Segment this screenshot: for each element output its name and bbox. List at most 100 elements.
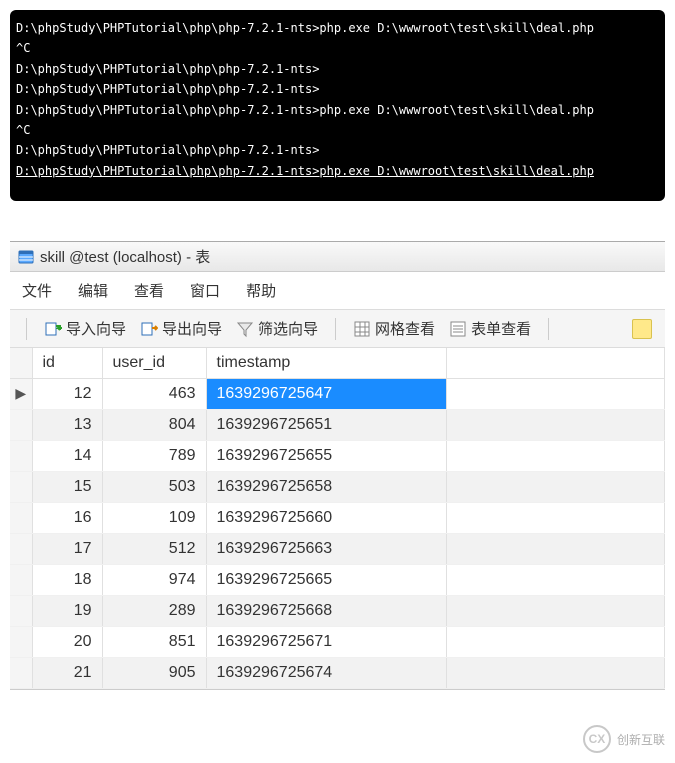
cell-spacer (446, 627, 665, 658)
menu-window[interactable]: 窗口 (190, 280, 220, 301)
titlebar: skill @test (localhost) - 表 (10, 242, 665, 272)
cell-timestamp[interactable]: 1639296725674 (206, 658, 446, 689)
export-wizard-label: 导出向导 (162, 318, 222, 339)
menu-help[interactable]: 帮助 (246, 280, 276, 301)
cell-spacer (446, 441, 665, 472)
table-row[interactable]: 155031639296725658 (10, 472, 665, 503)
cell-timestamp[interactable]: 1639296725668 (206, 596, 446, 627)
cell-id[interactable]: 19 (32, 596, 102, 627)
cell-id[interactable]: 16 (32, 503, 102, 534)
terminal-window[interactable]: D:\phpStudy\PHPTutorial\php\php-7.2.1-nt… (10, 10, 665, 201)
table-row[interactable]: 208511639296725671 (10, 627, 665, 658)
data-grid[interactable]: id user_id timestamp ▶ 124631639296725647… (10, 348, 665, 689)
separator (26, 318, 27, 340)
cell-spacer (446, 534, 665, 565)
cell-timestamp[interactable]: 1639296725647 (206, 379, 446, 410)
row-handle[interactable] (10, 565, 32, 596)
cell-id[interactable]: 17 (32, 534, 102, 565)
cell-spacer (446, 410, 665, 441)
column-header-user-id[interactable]: user_id (102, 348, 206, 379)
table-row[interactable]: 192891639296725668 (10, 596, 665, 627)
note-icon (632, 319, 652, 339)
grid-view-label: 网格查看 (375, 318, 435, 339)
terminal-line: D:\phpStudy\PHPTutorial\php\php-7.2.1-nt… (16, 18, 659, 38)
watermark-text: 创新互联 (617, 731, 665, 748)
row-handle[interactable] (10, 503, 32, 534)
cell-timestamp[interactable]: 1639296725660 (206, 503, 446, 534)
cell-timestamp[interactable]: 1639296725663 (206, 534, 446, 565)
separator (548, 318, 549, 340)
table-row[interactable]: 161091639296725660 (10, 503, 665, 534)
table-row[interactable]: 219051639296725674 (10, 658, 665, 689)
terminal-line: D:\phpStudy\PHPTutorial\php\php-7.2.1-nt… (16, 140, 659, 160)
table-row[interactable]: 189741639296725665 (10, 565, 665, 596)
row-handle[interactable]: ▶ (10, 379, 32, 410)
cell-user-id[interactable]: 974 (102, 565, 206, 596)
cell-timestamp[interactable]: 1639296725658 (206, 472, 446, 503)
cell-id[interactable]: 18 (32, 565, 102, 596)
menu-edit[interactable]: 编辑 (78, 280, 108, 301)
terminal-line: ^C (16, 38, 659, 58)
row-handle[interactable] (10, 627, 32, 658)
export-wizard-button[interactable]: 导出向导 (135, 316, 227, 341)
form-icon (449, 320, 467, 338)
row-handle[interactable] (10, 472, 32, 503)
cell-spacer (446, 596, 665, 627)
table-row[interactable]: 175121639296725663 (10, 534, 665, 565)
table-row[interactable]: ▶ 124631639296725647 (10, 379, 665, 410)
terminal-line: D:\phpStudy\PHPTutorial\php\php-7.2.1-nt… (16, 161, 659, 181)
cell-id[interactable]: 12 (32, 379, 102, 410)
grid-view-button[interactable]: 网格查看 (348, 316, 440, 341)
window-title: skill @test (localhost) - 表 (40, 246, 210, 267)
terminal-line: ^C (16, 120, 659, 140)
row-handle[interactable] (10, 441, 32, 472)
cell-user-id[interactable]: 503 (102, 472, 206, 503)
export-icon (140, 320, 158, 338)
cell-user-id[interactable]: 851 (102, 627, 206, 658)
cell-spacer (446, 379, 665, 410)
cell-user-id[interactable]: 463 (102, 379, 206, 410)
cell-user-id[interactable]: 905 (102, 658, 206, 689)
cell-user-id[interactable]: 512 (102, 534, 206, 565)
toolbar: 导入向导 导出向导 筛选向导 网格查看 表单查看 (10, 310, 665, 348)
cell-id[interactable]: 21 (32, 658, 102, 689)
menu-view[interactable]: 查看 (134, 280, 164, 301)
note-button[interactable] (627, 317, 657, 341)
row-handle[interactable] (10, 534, 32, 565)
column-header-timestamp[interactable]: timestamp (206, 348, 446, 379)
cell-spacer (446, 503, 665, 534)
row-handle[interactable] (10, 596, 32, 627)
row-handle[interactable] (10, 410, 32, 441)
cell-id[interactable]: 20 (32, 627, 102, 658)
import-wizard-label: 导入向导 (66, 318, 126, 339)
cell-timestamp[interactable]: 1639296725671 (206, 627, 446, 658)
menu-file[interactable]: 文件 (22, 280, 52, 301)
terminal-line: D:\phpStudy\PHPTutorial\php\php-7.2.1-nt… (16, 79, 659, 99)
form-view-label: 表单查看 (471, 318, 531, 339)
import-wizard-button[interactable]: 导入向导 (39, 316, 131, 341)
cell-id[interactable]: 14 (32, 441, 102, 472)
cell-spacer (446, 565, 665, 596)
column-header-spacer (446, 348, 665, 379)
filter-wizard-button[interactable]: 筛选向导 (231, 316, 323, 341)
row-handle[interactable] (10, 658, 32, 689)
cell-spacer (446, 472, 665, 503)
cell-user-id[interactable]: 804 (102, 410, 206, 441)
cell-id[interactable]: 15 (32, 472, 102, 503)
cell-timestamp[interactable]: 1639296725665 (206, 565, 446, 596)
cell-timestamp[interactable]: 1639296725655 (206, 441, 446, 472)
cell-user-id[interactable]: 789 (102, 441, 206, 472)
watermark: CX 创新互联 (583, 725, 665, 753)
table-icon (18, 249, 34, 265)
filter-wizard-label: 筛选向导 (258, 318, 318, 339)
current-row-marker-icon: ▶ (15, 385, 26, 401)
form-view-button[interactable]: 表单查看 (444, 316, 536, 341)
funnel-icon (236, 320, 254, 338)
cell-user-id[interactable]: 289 (102, 596, 206, 627)
column-header-id[interactable]: id (32, 348, 102, 379)
cell-timestamp[interactable]: 1639296725651 (206, 410, 446, 441)
table-row[interactable]: 147891639296725655 (10, 441, 665, 472)
table-row[interactable]: 138041639296725651 (10, 410, 665, 441)
cell-user-id[interactable]: 109 (102, 503, 206, 534)
cell-id[interactable]: 13 (32, 410, 102, 441)
